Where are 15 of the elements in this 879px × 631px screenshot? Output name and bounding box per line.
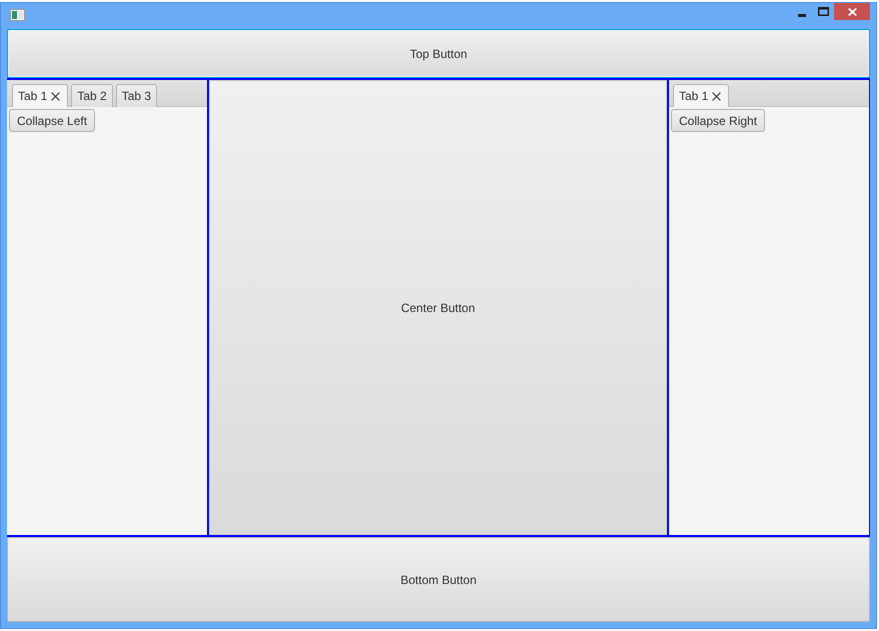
window-icon <box>10 9 25 21</box>
close-icon[interactable] <box>712 92 722 100</box>
center-button[interactable]: Center Button <box>209 80 667 535</box>
maximize-icon[interactable] <box>818 7 829 16</box>
tab[interactable]: Tab 1 <box>12 84 68 107</box>
tab[interactable]: Tab 3 <box>116 84 158 107</box>
close-icon[interactable] <box>51 92 60 100</box>
collapse-button[interactable]: Collapse Left <box>9 109 96 132</box>
tab[interactable]: Tab 1 <box>673 84 730 107</box>
close-button[interactable] <box>834 3 870 20</box>
bottom-button[interactable]: Bottom Button <box>7 537 870 622</box>
close-icon <box>848 8 856 16</box>
top-button[interactable]: Top Button <box>7 29 870 78</box>
collapse-button[interactable]: Collapse Right <box>671 109 766 132</box>
tab[interactable]: Tab 2 <box>71 84 113 107</box>
